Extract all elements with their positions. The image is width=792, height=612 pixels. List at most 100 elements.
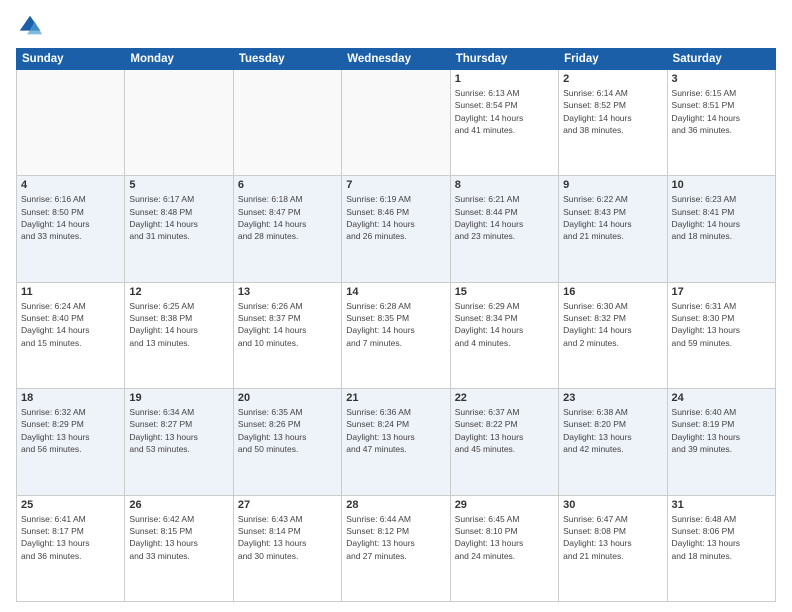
day-detail: Sunrise: 6:34 AM Sunset: 8:27 PM Dayligh… — [129, 406, 228, 455]
calendar-cell-4-4: 21 Sunrise: 6:36 AM Sunset: 8:24 PM Dayli… — [342, 389, 450, 495]
calendar-week-4: 18 Sunrise: 6:32 AM Sunset: 8:29 PM Dayli… — [17, 389, 776, 495]
calendar-cell-2-6: 9 Sunrise: 6:22 AM Sunset: 8:43 PM Daylig… — [559, 176, 667, 282]
day-number: 16 — [563, 286, 662, 298]
calendar-week-5: 25 Sunrise: 6:41 AM Sunset: 8:17 PM Dayli… — [17, 495, 776, 601]
day-number: 27 — [238, 499, 337, 511]
calendar-cell-1-2 — [125, 70, 233, 176]
day-detail: Sunrise: 6:16 AM Sunset: 8:50 PM Dayligh… — [21, 193, 120, 242]
day-number: 15 — [455, 286, 554, 298]
day-number: 14 — [346, 286, 445, 298]
day-number: 30 — [563, 499, 662, 511]
day-number: 12 — [129, 286, 228, 298]
day-detail: Sunrise: 6:32 AM Sunset: 8:29 PM Dayligh… — [21, 406, 120, 455]
day-number: 18 — [21, 392, 120, 404]
calendar-cell-3-6: 16 Sunrise: 6:30 AM Sunset: 8:32 PM Dayli… — [559, 282, 667, 388]
calendar-cell-1-3 — [233, 70, 341, 176]
day-number: 22 — [455, 392, 554, 404]
day-detail: Sunrise: 6:18 AM Sunset: 8:47 PM Dayligh… — [238, 193, 337, 242]
calendar-week-3: 11Sunrise: 6:24 AM Sunset: 8:40 PM Dayli… — [17, 282, 776, 388]
calendar-week-2: 4 Sunrise: 6:16 AM Sunset: 8:50 PM Daylig… — [17, 176, 776, 282]
calendar-header-monday: Monday — [125, 49, 233, 70]
day-number: 13 — [238, 286, 337, 298]
calendar-cell-2-4: 7 Sunrise: 6:19 AM Sunset: 8:46 PM Daylig… — [342, 176, 450, 282]
calendar-cell-2-3: 6 Sunrise: 6:18 AM Sunset: 8:47 PM Daylig… — [233, 176, 341, 282]
day-number: 2 — [563, 73, 662, 85]
calendar-cell-1-6: 2 Sunrise: 6:14 AM Sunset: 8:52 PM Daylig… — [559, 70, 667, 176]
day-detail: Sunrise: 6:28 AM Sunset: 8:35 PM Dayligh… — [346, 300, 445, 349]
day-detail: Sunrise: 6:45 AM Sunset: 8:10 PM Dayligh… — [455, 513, 554, 562]
calendar-cell-4-1: 18 Sunrise: 6:32 AM Sunset: 8:29 PM Dayli… — [17, 389, 125, 495]
day-detail: Sunrise: 6:47 AM Sunset: 8:08 PM Dayligh… — [563, 513, 662, 562]
calendar-cell-4-3: 20Sunrise: 6:35 AM Sunset: 8:26 PM Dayli… — [233, 389, 341, 495]
day-detail: Sunrise: 6:26 AM Sunset: 8:37 PM Dayligh… — [238, 300, 337, 349]
calendar-header-wednesday: Wednesday — [342, 49, 450, 70]
calendar-cell-5-4: 28Sunrise: 6:44 AM Sunset: 8:12 PM Dayli… — [342, 495, 450, 601]
day-number: 19 — [129, 392, 228, 404]
day-detail: Sunrise: 6:31 AM Sunset: 8:30 PM Dayligh… — [672, 300, 771, 349]
day-number: 9 — [563, 179, 662, 191]
day-number: 11 — [21, 286, 120, 298]
calendar-cell-5-3: 27Sunrise: 6:43 AM Sunset: 8:14 PM Dayli… — [233, 495, 341, 601]
day-detail: Sunrise: 6:14 AM Sunset: 8:52 PM Dayligh… — [563, 87, 662, 136]
day-detail: Sunrise: 6:17 AM Sunset: 8:48 PM Dayligh… — [129, 193, 228, 242]
calendar-header-row: SundayMondayTuesdayWednesdayThursdayFrid… — [17, 49, 776, 70]
day-number: 23 — [563, 392, 662, 404]
calendar-cell-3-5: 15 Sunrise: 6:29 AM Sunset: 8:34 PM Dayli… — [450, 282, 558, 388]
day-detail: Sunrise: 6:41 AM Sunset: 8:17 PM Dayligh… — [21, 513, 120, 562]
day-number: 24 — [672, 392, 771, 404]
day-number: 4 — [21, 179, 120, 191]
calendar-cell-1-1 — [17, 70, 125, 176]
calendar-cell-2-2: 5 Sunrise: 6:17 AM Sunset: 8:48 PM Daylig… — [125, 176, 233, 282]
calendar-cell-1-5: 1 Sunrise: 6:13 AM Sunset: 8:54 PM Daylig… — [450, 70, 558, 176]
calendar-header-tuesday: Tuesday — [233, 49, 341, 70]
day-number: 5 — [129, 179, 228, 191]
calendar-header-friday: Friday — [559, 49, 667, 70]
day-detail: Sunrise: 6:42 AM Sunset: 8:15 PM Dayligh… — [129, 513, 228, 562]
calendar-header-sunday: Sunday — [17, 49, 125, 70]
calendar-cell-3-1: 11Sunrise: 6:24 AM Sunset: 8:40 PM Dayli… — [17, 282, 125, 388]
logo-icon — [16, 12, 44, 40]
logo — [16, 12, 48, 40]
calendar-cell-5-2: 26 Sunrise: 6:42 AM Sunset: 8:15 PM Dayli… — [125, 495, 233, 601]
calendar-cell-5-5: 29 Sunrise: 6:45 AM Sunset: 8:10 PM Dayli… — [450, 495, 558, 601]
day-number: 8 — [455, 179, 554, 191]
day-number: 1 — [455, 73, 554, 85]
day-detail: Sunrise: 6:19 AM Sunset: 8:46 PM Dayligh… — [346, 193, 445, 242]
calendar-cell-5-1: 25 Sunrise: 6:41 AM Sunset: 8:17 PM Dayli… — [17, 495, 125, 601]
calendar-table: SundayMondayTuesdayWednesdayThursdayFrid… — [16, 48, 776, 602]
day-number: 21 — [346, 392, 445, 404]
day-detail: Sunrise: 6:44 AM Sunset: 8:12 PM Dayligh… — [346, 513, 445, 562]
calendar-cell-4-6: 23 Sunrise: 6:38 AM Sunset: 8:20 PM Dayli… — [559, 389, 667, 495]
day-number: 3 — [672, 73, 771, 85]
day-number: 25 — [21, 499, 120, 511]
day-detail: Sunrise: 6:40 AM Sunset: 8:19 PM Dayligh… — [672, 406, 771, 455]
day-detail: Sunrise: 6:35 AM Sunset: 8:26 PM Dayligh… — [238, 406, 337, 455]
day-detail: Sunrise: 6:13 AM Sunset: 8:54 PM Dayligh… — [455, 87, 554, 136]
calendar-cell-4-2: 19 Sunrise: 6:34 AM Sunset: 8:27 PM Dayli… — [125, 389, 233, 495]
calendar-cell-2-5: 8Sunrise: 6:21 AM Sunset: 8:44 PM Daylig… — [450, 176, 558, 282]
calendar-cell-2-1: 4 Sunrise: 6:16 AM Sunset: 8:50 PM Daylig… — [17, 176, 125, 282]
day-number: 26 — [129, 499, 228, 511]
calendar-cell-5-6: 30 Sunrise: 6:47 AM Sunset: 8:08 PM Dayli… — [559, 495, 667, 601]
calendar-cell-1-7: 3Sunrise: 6:15 AM Sunset: 8:51 PM Daylig… — [667, 70, 775, 176]
calendar-cell-4-5: 22 Sunrise: 6:37 AM Sunset: 8:22 PM Dayli… — [450, 389, 558, 495]
day-detail: Sunrise: 6:37 AM Sunset: 8:22 PM Dayligh… — [455, 406, 554, 455]
day-detail: Sunrise: 6:36 AM Sunset: 8:24 PM Dayligh… — [346, 406, 445, 455]
calendar-cell-3-4: 14 Sunrise: 6:28 AM Sunset: 8:35 PM Dayli… — [342, 282, 450, 388]
calendar-week-1: 1 Sunrise: 6:13 AM Sunset: 8:54 PM Daylig… — [17, 70, 776, 176]
day-number: 10 — [672, 179, 771, 191]
day-number: 29 — [455, 499, 554, 511]
calendar-cell-3-3: 13 Sunrise: 6:26 AM Sunset: 8:37 PM Dayli… — [233, 282, 341, 388]
day-detail: Sunrise: 6:30 AM Sunset: 8:32 PM Dayligh… — [563, 300, 662, 349]
day-number: 6 — [238, 179, 337, 191]
calendar-cell-4-7: 24 Sunrise: 6:40 AM Sunset: 8:19 PM Dayli… — [667, 389, 775, 495]
day-detail: Sunrise: 6:23 AM Sunset: 8:41 PM Dayligh… — [672, 193, 771, 242]
day-detail: Sunrise: 6:29 AM Sunset: 8:34 PM Dayligh… — [455, 300, 554, 349]
day-detail: Sunrise: 6:25 AM Sunset: 8:38 PM Dayligh… — [129, 300, 228, 349]
calendar-header-saturday: Saturday — [667, 49, 775, 70]
day-detail: Sunrise: 6:22 AM Sunset: 8:43 PM Dayligh… — [563, 193, 662, 242]
day-number: 7 — [346, 179, 445, 191]
page: SundayMondayTuesdayWednesdayThursdayFrid… — [0, 0, 792, 612]
calendar-header-thursday: Thursday — [450, 49, 558, 70]
day-detail: Sunrise: 6:38 AM Sunset: 8:20 PM Dayligh… — [563, 406, 662, 455]
